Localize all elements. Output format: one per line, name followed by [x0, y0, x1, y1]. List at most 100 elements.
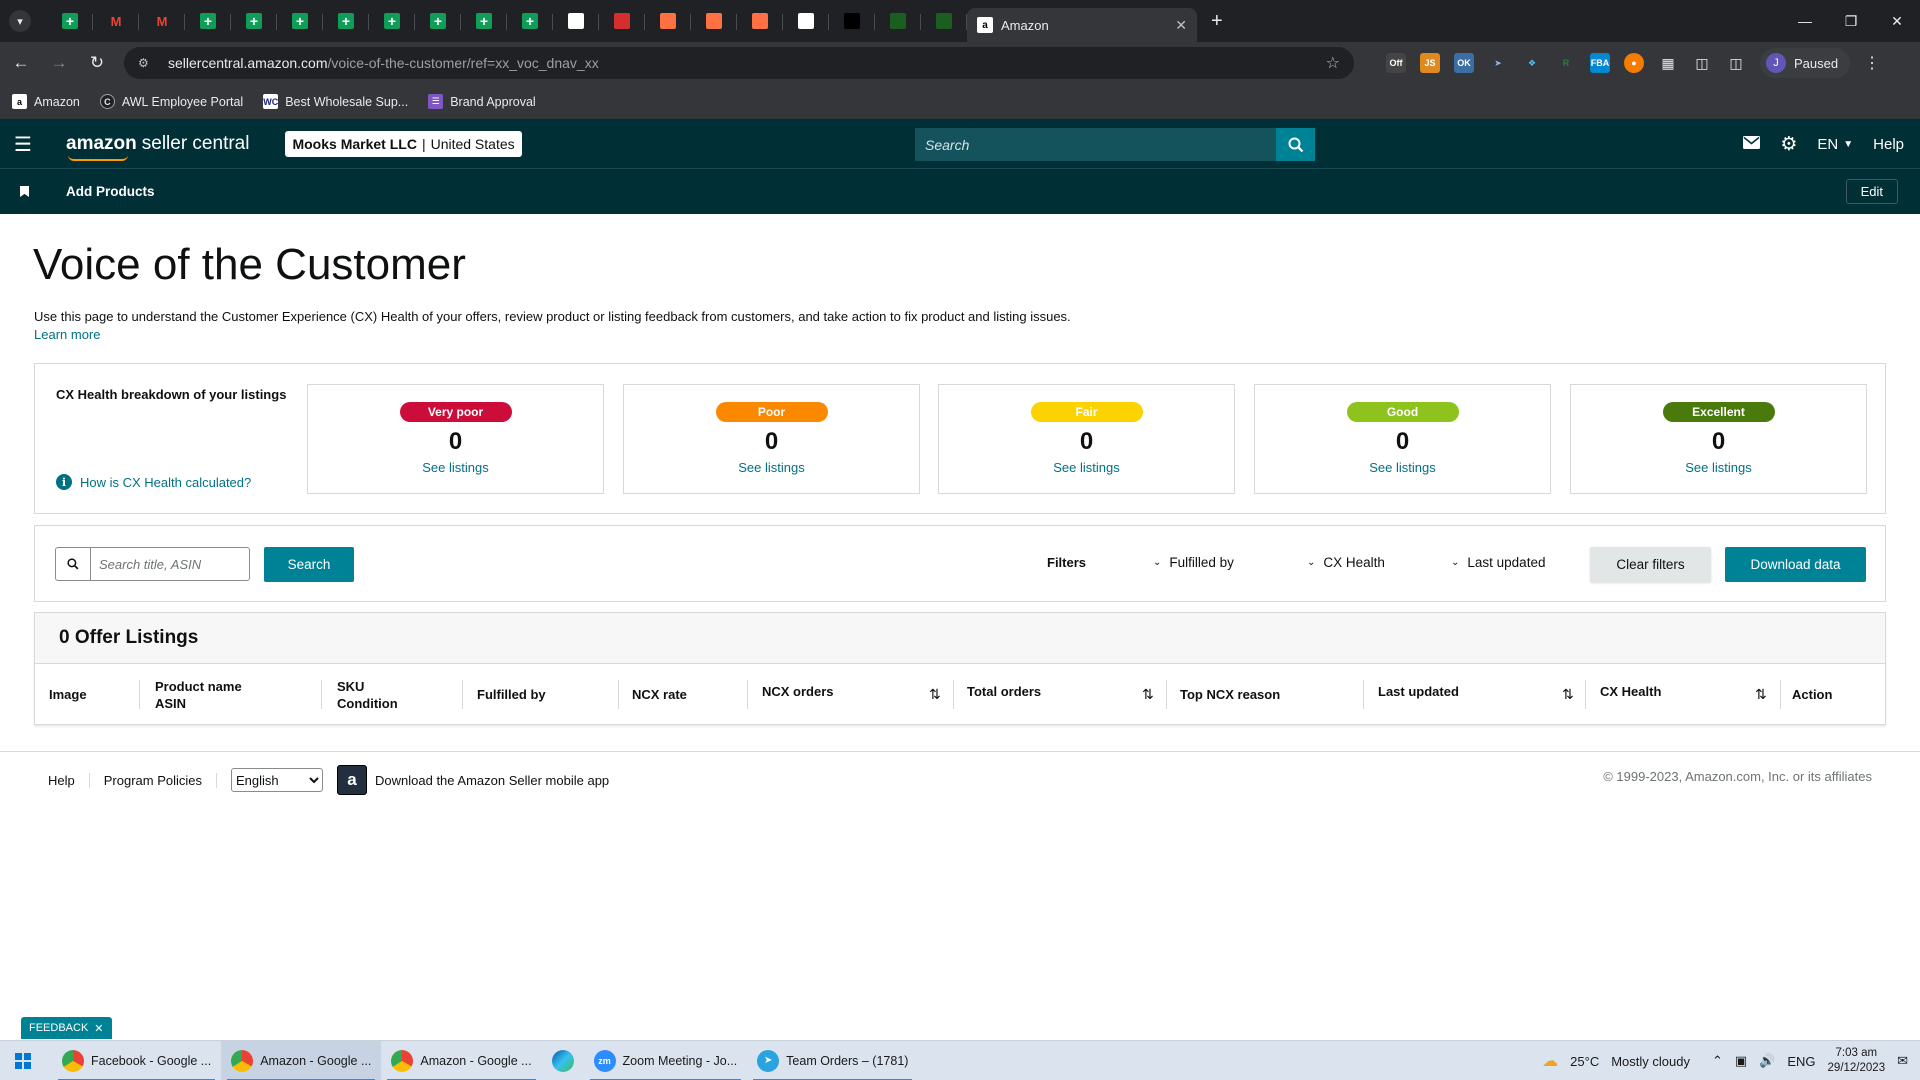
see-listings-link[interactable]: See listings — [1369, 460, 1435, 475]
bookmark-best-wholesale[interactable]: WC Best Wholesale Sup... — [263, 94, 408, 109]
restore-icon[interactable]: ❐ — [1828, 0, 1874, 42]
see-listings-link[interactable]: See listings — [1685, 460, 1751, 475]
extension-r-icon[interactable]: R — [1556, 53, 1576, 73]
extension-grid-icon[interactable]: ▦ — [1658, 53, 1678, 73]
tab-search-button[interactable]: ▾ — [9, 10, 31, 32]
volume-icon[interactable]: 🔊 — [1759, 1053, 1775, 1069]
see-listings-link[interactable]: See listings — [422, 460, 488, 475]
bookmark-star-icon[interactable]: ☆ — [1326, 53, 1340, 73]
pinned-tab[interactable] — [599, 5, 645, 37]
pinned-tab[interactable] — [691, 5, 737, 37]
header-search-input[interactable] — [915, 128, 1276, 161]
search-title-asin-input[interactable] — [90, 547, 250, 581]
pinned-tab[interactable] — [783, 5, 829, 37]
language-indicator[interactable]: ENG — [1787, 1054, 1815, 1069]
taskbar-item-amazon-2[interactable]: Amazon - Google ... — [381, 1041, 541, 1080]
weather-temp[interactable]: 25°C — [1570, 1054, 1599, 1069]
download-app-link[interactable]: Download the Amazon Seller mobile app — [375, 773, 609, 788]
pinned-tab[interactable]: + — [369, 5, 415, 37]
see-listings-link[interactable]: See listings — [1053, 460, 1119, 475]
taskbar-item-facebook[interactable]: Facebook - Google ... — [52, 1041, 221, 1080]
extensions-puzzle-icon[interactable]: ◫ — [1692, 53, 1712, 73]
mail-icon[interactable] — [1743, 136, 1761, 153]
forward-button[interactable]: → — [42, 46, 76, 80]
download-data-button[interactable]: Download data — [1725, 547, 1866, 582]
chevron-up-icon[interactable]: ⌃ — [1712, 1053, 1723, 1069]
program-policies-link[interactable]: Program Policies — [104, 772, 218, 788]
clear-filters-button[interactable]: Clear filters — [1590, 547, 1711, 582]
back-button[interactable]: ← — [4, 46, 38, 80]
search-button[interactable]: Search — [264, 547, 354, 582]
close-icon[interactable]: ✕ — [94, 1022, 103, 1035]
side-panel-icon[interactable]: ◫ — [1726, 53, 1746, 73]
address-bar[interactable]: ⚙ sellercentral.amazon.com/voice-of-the-… — [124, 47, 1354, 79]
start-button[interactable] — [0, 1041, 46, 1080]
pinned-tab[interactable]: + — [277, 5, 323, 37]
sort-icon[interactable]: ⇅ — [1562, 686, 1574, 703]
seller-central-logo[interactable]: amazon seller central — [66, 133, 249, 161]
fulfilled-by-filter[interactable]: ⌄ Fulfilled by — [1153, 555, 1234, 570]
edit-button[interactable]: Edit — [1845, 179, 1898, 204]
minimize-icon[interactable]: — — [1782, 0, 1828, 42]
extension-off-icon[interactable]: Off — [1386, 53, 1406, 73]
language-selector[interactable]: EN ▼ — [1817, 136, 1853, 153]
bookmark-brand-approval[interactable]: ☰ Brand Approval — [428, 94, 536, 109]
pinned-tab[interactable] — [553, 5, 599, 37]
site-info-icon[interactable]: ⚙ — [138, 55, 154, 71]
extension-puzzle-blue-icon[interactable]: ❖ — [1522, 53, 1542, 73]
bookmark-amazon[interactable]: a Amazon — [12, 94, 80, 109]
hamburger-menu-icon[interactable]: ☰ — [0, 120, 46, 169]
profile-button[interactable]: J Paused — [1760, 48, 1851, 78]
last-updated-filter[interactable]: ⌄ Last updated — [1451, 555, 1545, 570]
browser-menu-icon[interactable]: ⋮ — [1864, 53, 1880, 73]
pinned-tab[interactable] — [645, 5, 691, 37]
header-search-button[interactable] — [1276, 128, 1315, 161]
pinned-tab[interactable] — [921, 5, 967, 37]
new-tab-button[interactable]: + — [1211, 10, 1223, 33]
taskbar-item-amazon-1[interactable]: Amazon - Google ... — [221, 1040, 382, 1080]
pinned-tab[interactable] — [875, 5, 921, 37]
taskbar-item-telegram[interactable]: ➤ Team Orders – (1781) — [747, 1041, 918, 1080]
pinned-tab[interactable] — [829, 5, 875, 37]
reload-button[interactable]: ↻ — [80, 46, 114, 80]
add-products-link[interactable]: Add Products — [66, 184, 155, 199]
pinned-tab[interactable]: + — [47, 5, 93, 37]
close-tab-icon[interactable]: ✕ — [1175, 17, 1187, 34]
weather-text[interactable]: Mostly cloudy — [1611, 1054, 1690, 1069]
sort-icon[interactable]: ⇅ — [1142, 686, 1154, 703]
learn-more-link[interactable]: Learn more — [34, 327, 100, 342]
extension-js-icon[interactable]: JS — [1420, 53, 1440, 73]
clock[interactable]: 7:03 am 29/12/2023 — [1828, 1046, 1886, 1076]
store-selector[interactable]: Mooks Market LLC | United States — [285, 131, 522, 157]
extension-fba-icon[interactable]: FBA — [1590, 53, 1610, 73]
taskbar-item-edge[interactable] — [542, 1041, 584, 1080]
footer-help-link[interactable]: Help — [48, 772, 90, 788]
settings-gear-icon[interactable]: ⚙ — [1780, 133, 1797, 156]
bookmark-awl-portal[interactable]: C AWL Employee Portal — [99, 94, 243, 109]
footer-language-select[interactable]: English — [231, 768, 324, 792]
pinned-tab[interactable]: + — [323, 5, 369, 37]
cx-health-filter[interactable]: ⌄ CX Health — [1307, 555, 1385, 570]
extension-ok-icon[interactable]: OK — [1454, 53, 1474, 73]
pinned-tab[interactable]: + — [461, 5, 507, 37]
pinned-tab[interactable]: M — [139, 5, 185, 37]
see-listings-link[interactable]: See listings — [738, 460, 804, 475]
sort-icon[interactable]: ⇅ — [1755, 686, 1767, 703]
feedback-tab[interactable]: FEEDBACK ✕ — [21, 1017, 112, 1039]
network-icon[interactable]: ▣ — [1735, 1053, 1747, 1069]
notification-icon[interactable]: ✉ — [1897, 1053, 1908, 1069]
pinned-tab[interactable]: M — [93, 5, 139, 37]
pinned-tab[interactable]: + — [507, 5, 553, 37]
extension-arrow-icon[interactable]: ➤ — [1488, 53, 1508, 73]
cx-health-help-link[interactable]: i How is CX Health calculated? — [56, 474, 251, 490]
pinned-tab[interactable] — [737, 5, 783, 37]
header-help-link[interactable]: Help — [1873, 136, 1904, 153]
taskbar-item-zoom[interactable]: zm Zoom Meeting - Jo... — [584, 1041, 748, 1080]
pinned-tab[interactable]: + — [415, 5, 461, 37]
extension-circle-icon[interactable]: ● — [1624, 53, 1644, 73]
close-window-icon[interactable]: ✕ — [1874, 0, 1920, 42]
seller-app-icon[interactable]: a — [337, 765, 368, 795]
pinned-tab[interactable]: + — [231, 5, 277, 37]
pinned-tab[interactable]: + — [185, 5, 231, 37]
sort-icon[interactable]: ⇅ — [929, 686, 941, 703]
